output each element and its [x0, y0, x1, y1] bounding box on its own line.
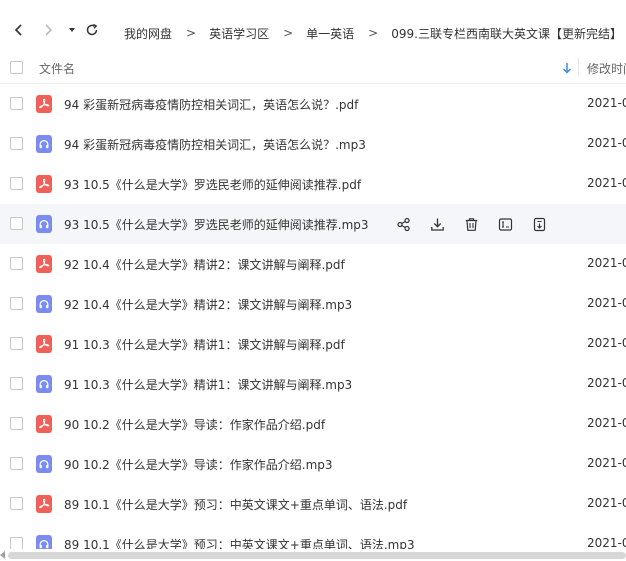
- file-modified-date: 2021-0: [587, 336, 626, 350]
- breadcrumb-separator: >: [283, 26, 294, 40]
- rename-icon[interactable]: [497, 216, 513, 232]
- file-name[interactable]: 94 彩蛋新冠病毒疫情防控相关词汇，英语怎么说？.mp3: [64, 136, 366, 153]
- pdf-file-icon: [36, 495, 52, 513]
- forward-button[interactable]: [40, 22, 56, 38]
- file-modified-date: 2021-0: [587, 536, 626, 550]
- audio-file-icon: [36, 455, 52, 473]
- file-modified-date: 2021-0: [587, 96, 626, 110]
- row-checkbox[interactable]: [10, 417, 23, 430]
- delete-icon[interactable]: [463, 216, 479, 232]
- scroll-left-arrow-icon[interactable]: [0, 551, 5, 559]
- file-modified-date: 2021-0: [587, 296, 626, 310]
- audio-file-icon: [36, 375, 52, 393]
- file-modified-date: 2021-0: [587, 256, 626, 270]
- file-row[interactable]: 89 10.1《什么是大学》预习：中英文课文+重点单词、语法.mp3 2021-0: [0, 524, 626, 550]
- breadcrumb-item[interactable]: 单一英语: [306, 25, 354, 42]
- breadcrumb-separator: >: [186, 26, 197, 40]
- file-name[interactable]: 91 10.3《什么是大学》精讲1：课文讲解与阐释.mp3: [64, 376, 352, 393]
- audio-file-icon: [36, 215, 52, 233]
- file-modified-date: 2021-0: [587, 176, 626, 190]
- pdf-file-icon: [36, 95, 52, 113]
- breadcrumb-item[interactable]: 我的网盘: [124, 25, 172, 42]
- file-row[interactable]: 91 10.3《什么是大学》精讲1：课文讲解与阐释.pdf 2021-0: [0, 324, 626, 364]
- refresh-icon: [86, 23, 98, 36]
- file-list-header: 文件名 修改时间: [0, 50, 626, 84]
- breadcrumb-item-current[interactable]: 099.三联专栏西南联大英文课【更新完结】: [391, 25, 622, 42]
- row-checkbox[interactable]: [10, 457, 23, 470]
- pdf-file-icon: [36, 255, 52, 273]
- file-name[interactable]: 94 彩蛋新冠病毒疫情防控相关词汇，英语怎么说？.pdf: [64, 96, 358, 113]
- file-name[interactable]: 92 10.4《什么是大学》精讲2：课文讲解与阐释.mp3: [64, 296, 352, 313]
- file-row[interactable]: 93 10.5《什么是大学》罗选民老师的延伸阅读推荐.pdf 2021-0: [0, 164, 626, 204]
- row-checkbox[interactable]: [10, 177, 23, 190]
- audio-file-icon: [36, 135, 52, 153]
- column-header-name[interactable]: 文件名: [39, 60, 75, 77]
- toolbar: 我的网盘 > 英语学习区 > 单一英语 > 099.三联专栏西南联大英文课【更新…: [0, 0, 626, 50]
- file-modified-date: 2021-0: [587, 496, 626, 510]
- file-row[interactable]: 89 10.1《什么是大学》预习：中英文课文+重点单词、语法.pdf 2021-0: [0, 484, 626, 524]
- caret-down-icon: [69, 28, 75, 32]
- horizontal-scrollbar[interactable]: [0, 549, 626, 561]
- file-name[interactable]: 93 10.5《什么是大学》罗选民老师的延伸阅读推荐.mp3: [64, 216, 369, 233]
- file-row[interactable]: 92 10.4《什么是大学》精讲2：课文讲解与阐释.pdf 2021-0: [0, 244, 626, 284]
- row-checkbox[interactable]: [10, 377, 23, 390]
- scrollbar-thumb[interactable]: [8, 552, 626, 559]
- row-checkbox[interactable]: [10, 497, 23, 510]
- forward-arrow-icon: [45, 24, 53, 36]
- audio-file-icon: [36, 295, 52, 313]
- breadcrumb: 我的网盘 > 英语学习区 > 单一英语 > 099.三联专栏西南联大英文课【更新…: [124, 24, 626, 42]
- sort-descending-icon[interactable]: [562, 62, 572, 74]
- file-row[interactable]: 90 10.2《什么是大学》导读：作家作品介绍.mp3 2021-0: [0, 444, 626, 484]
- file-row[interactable]: 94 彩蛋新冠病毒疫情防控相关词汇，英语怎么说？.pdf 2021-0: [0, 84, 626, 124]
- row-actions: [395, 216, 565, 232]
- pdf-file-icon: [36, 415, 52, 433]
- file-row[interactable]: 92 10.4《什么是大学》精讲2：课文讲解与阐释.mp3 2021-0: [0, 284, 626, 324]
- column-divider[interactable]: [578, 58, 579, 76]
- file-name[interactable]: 89 10.1《什么是大学》预习：中英文课文+重点单词、语法.pdf: [64, 496, 407, 513]
- file-name[interactable]: 90 10.2《什么是大学》导读：作家作品介绍.pdf: [64, 416, 325, 433]
- file-modified-date: 2021-0: [587, 376, 626, 390]
- download-icon[interactable]: [429, 216, 445, 232]
- file-row[interactable]: 91 10.3《什么是大学》精讲1：课文讲解与阐释.mp3 2021-0: [0, 364, 626, 404]
- select-all-checkbox[interactable]: [10, 61, 23, 74]
- audio-file-icon: [36, 535, 52, 550]
- row-checkbox[interactable]: [10, 257, 23, 270]
- breadcrumb-item[interactable]: 英语学习区: [209, 25, 269, 42]
- column-header-modified[interactable]: 修改时间: [587, 60, 626, 77]
- row-checkbox[interactable]: [10, 337, 23, 350]
- refresh-button[interactable]: [84, 22, 100, 38]
- row-checkbox[interactable]: [10, 217, 23, 230]
- file-row[interactable]: 93 10.5《什么是大学》罗选民老师的延伸阅读推荐.mp3: [0, 204, 626, 244]
- row-checkbox[interactable]: [10, 97, 23, 110]
- back-button[interactable]: [11, 22, 27, 38]
- file-name[interactable]: 89 10.1《什么是大学》预习：中英文课文+重点单词、语法.mp3: [64, 536, 415, 550]
- back-arrow-icon: [14, 24, 22, 36]
- file-list: 94 彩蛋新冠病毒疫情防控相关词汇，英语怎么说？.pdf 2021-0 94 彩蛋新…: [0, 84, 626, 550]
- file-modified-date: 2021-0: [587, 136, 626, 150]
- file-modified-date: 2021-0: [587, 456, 626, 470]
- file-name[interactable]: 93 10.5《什么是大学》罗选民老师的延伸阅读推荐.pdf: [64, 176, 361, 193]
- row-checkbox[interactable]: [10, 137, 23, 150]
- row-checkbox[interactable]: [10, 297, 23, 310]
- pdf-file-icon: [36, 335, 52, 353]
- file-row[interactable]: 90 10.2《什么是大学》导读：作家作品介绍.pdf 2021-0: [0, 404, 626, 444]
- file-name[interactable]: 91 10.3《什么是大学》精讲1：课文讲解与阐释.pdf: [64, 336, 345, 353]
- file-name[interactable]: 90 10.2《什么是大学》导读：作家作品介绍.mp3: [64, 456, 333, 473]
- pdf-file-icon: [36, 175, 52, 193]
- share-icon[interactable]: [395, 216, 411, 232]
- file-row[interactable]: 94 彩蛋新冠病毒疫情防控相关词汇，英语怎么说？.mp3 2021-0: [0, 124, 626, 164]
- file-modified-date: 2021-0: [587, 416, 626, 430]
- more-icon[interactable]: [531, 216, 547, 232]
- file-name[interactable]: 92 10.4《什么是大学》精讲2：课文讲解与阐释.pdf: [64, 256, 345, 273]
- history-dropdown-button[interactable]: [64, 22, 80, 38]
- breadcrumb-separator: >: [368, 26, 379, 40]
